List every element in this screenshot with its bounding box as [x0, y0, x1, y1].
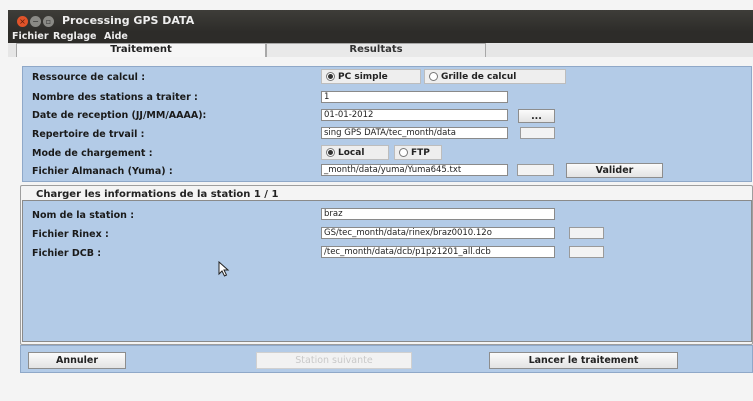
nb-stations-input[interactable]: 1 — [321, 91, 508, 103]
maximize-window-button[interactable]: ▫ — [43, 16, 54, 27]
close-icon: × — [19, 16, 26, 26]
nom-station-label: Nom de la station : — [32, 210, 135, 221]
date-label: Date de reception (JJ/MM/AAAA): — [32, 110, 207, 121]
radio-unselected-icon — [399, 148, 408, 157]
title-bar: × − ▫ Processing GPS DATA — [8, 10, 753, 32]
minimize-window-button[interactable]: − — [30, 16, 41, 27]
dcb-label: Fichier DCB : — [32, 248, 102, 259]
radio-pc-simple-label: PC simple — [338, 71, 388, 82]
almanach-browse-button[interactable] — [517, 164, 554, 176]
date-picker-button[interactable]: ... — [518, 109, 555, 123]
dcb-input[interactable]: /tec_month/data/dcb/p1p21201_all.dcb — [321, 246, 555, 258]
station-suivante-button[interactable]: Station suivante — [256, 352, 412, 369]
station-panel — [22, 200, 752, 342]
radio-ftp[interactable]: FTP — [394, 145, 442, 160]
mode-label: Mode de chargement : — [32, 148, 153, 159]
date-input[interactable]: 01-01-2012 — [321, 109, 508, 121]
radio-grille-label: Grille de calcul — [441, 71, 517, 82]
radio-local-label: Local — [338, 147, 365, 158]
lancer-traitement-button[interactable]: Lancer le traitement — [489, 352, 678, 369]
close-window-button[interactable]: × — [17, 16, 28, 27]
radio-pc-simple[interactable]: PC simple — [321, 69, 421, 84]
dcb-browse-button[interactable] — [569, 246, 604, 258]
minimize-icon: − — [32, 16, 39, 26]
menu-aide[interactable]: Aide — [104, 31, 128, 42]
rinex-browse-button[interactable] — [569, 227, 604, 239]
annuler-button[interactable]: Annuler — [28, 352, 126, 369]
rinex-input[interactable]: GS/tec_month/data/rinex/braz0010.12o — [321, 227, 555, 239]
radio-selected-icon — [326, 148, 335, 157]
radio-unselected-icon — [429, 72, 438, 81]
station-group-title: Charger les informations de la station 1… — [36, 189, 279, 200]
radio-selected-icon — [326, 72, 335, 81]
window-title: Processing GPS DATA — [62, 14, 195, 27]
nom-station-input[interactable]: braz — [321, 208, 555, 220]
repertoire-browse-button[interactable] — [520, 127, 555, 139]
rinex-label: Fichier Rinex : — [32, 229, 109, 240]
nb-stations-label: Nombre des stations a traiter : — [32, 92, 198, 103]
repertoire-input[interactable]: sing GPS DATA/tec_month/data — [321, 127, 508, 139]
menu-fichier[interactable]: Fichier — [12, 31, 49, 42]
almanach-input[interactable]: _month/data/yuma/Yuma645.txt — [321, 164, 508, 176]
menu-reglage[interactable]: Reglage — [53, 31, 96, 42]
radio-grille-de-calcul[interactable]: Grille de calcul — [424, 69, 566, 84]
valider-button[interactable]: Valider — [566, 163, 663, 178]
ressource-label: Ressource de calcul : — [32, 72, 146, 83]
tab-bar: Traitement Resultats — [8, 43, 753, 57]
menu-bar: Fichier Reglage Aide — [8, 31, 753, 43]
repertoire-label: Repertoire de trvail : — [32, 129, 145, 140]
tab-traitement[interactable]: Traitement — [16, 43, 266, 57]
tab-resultats[interactable]: Resultats — [266, 43, 486, 57]
radio-ftp-label: FTP — [411, 147, 430, 158]
almanach-label: Fichier Almanach (Yuma) : — [32, 166, 173, 177]
mouse-pointer-icon — [218, 261, 230, 277]
radio-local[interactable]: Local — [321, 145, 389, 160]
maximize-icon: ▫ — [45, 16, 52, 26]
